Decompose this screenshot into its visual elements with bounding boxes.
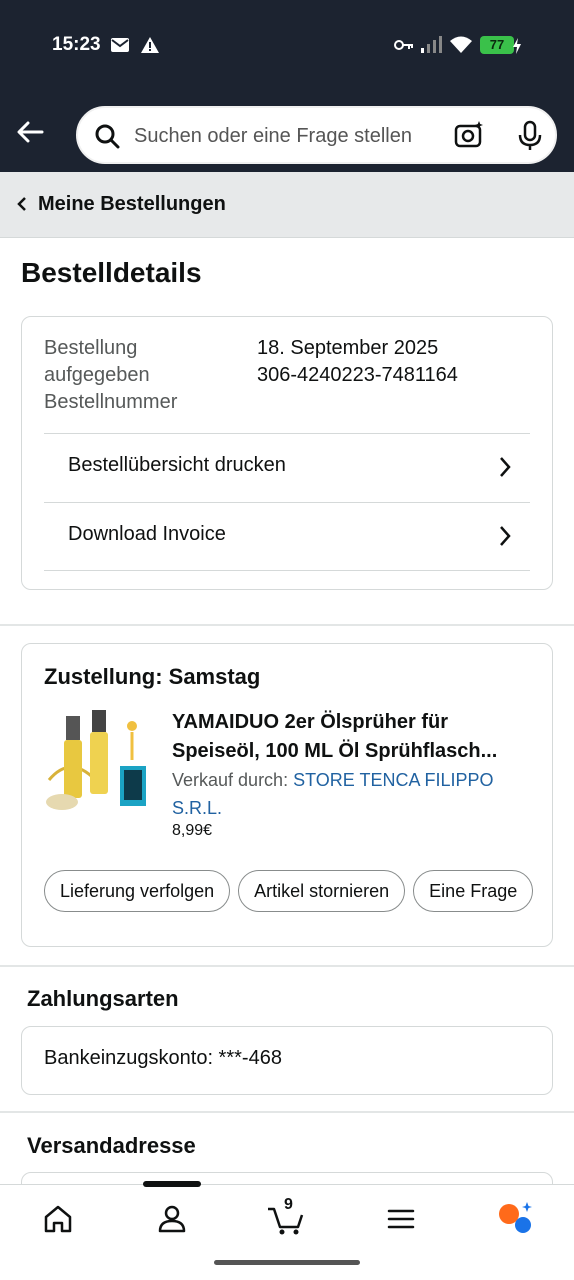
order-placed-label-2: aufgegeben — [44, 364, 150, 386]
header: 15:23 77 Suchen oder eine Frage stellen — [0, 0, 574, 172]
seller-prefix: Verkauf durch: — [172, 770, 289, 790]
back-arrow-icon[interactable] — [14, 116, 46, 148]
menu-icon[interactable] — [381, 1199, 421, 1239]
status-bar: 15:23 77 — [0, 30, 574, 62]
charging-icon — [512, 38, 522, 59]
search-input[interactable]: Suchen oder eine Frage stellen — [134, 125, 412, 148]
product-title[interactable]: YAMAIDUO 2er Ölsprüher für Speiseöl, 100… — [172, 708, 532, 766]
chevron-right-icon — [498, 456, 512, 483]
ask-question-button[interactable]: Eine Frage — [413, 870, 534, 912]
shipping-heading: Versandadresse — [27, 1133, 196, 1158]
warning-icon — [140, 36, 160, 59]
home-icon[interactable] — [38, 1199, 78, 1239]
breadcrumb-label[interactable]: Meine Bestellungen — [38, 193, 226, 216]
delivery-heading: Zustellung: Samstag — [44, 664, 261, 689]
section-divider — [0, 1111, 574, 1113]
page-title: Bestelldetails — [21, 257, 202, 288]
order-info-card: Bestellung aufgegeben Bestellnummer 18. … — [21, 316, 553, 590]
active-tab-indicator — [143, 1181, 201, 1187]
product-price: 8,99€ — [172, 822, 213, 839]
order-number-label: Bestellnummer — [44, 391, 178, 413]
seller-link[interactable]: STORE TENCA FILIPPO — [293, 770, 493, 790]
search-icon — [94, 123, 120, 154]
breadcrumb[interactable]: Meine Bestellungen — [0, 172, 574, 238]
microphone-icon[interactable] — [516, 120, 544, 157]
product-title-line-1[interactable]: YAMAIDUO 2er Ölsprüher für — [172, 708, 532, 737]
payment-card: Bankeinzugskonto: ***-468 — [21, 1026, 553, 1095]
payment-heading: Zahlungsarten — [27, 986, 179, 1011]
cart-count-badge: 9 — [284, 1196, 293, 1213]
download-invoice-label: Download Invoice — [68, 523, 226, 545]
product-image[interactable] — [44, 710, 150, 814]
cancel-item-button[interactable]: Artikel stornieren — [238, 870, 406, 912]
product-title-line-2[interactable]: Speiseöl, 100 ML Öl Sprühflasch... — [172, 737, 532, 766]
download-invoice-link[interactable]: Download Invoice — [44, 502, 530, 571]
order-date-value: 18. September 2025 — [257, 337, 439, 359]
mail-icon — [110, 36, 130, 59]
battery-indicator: 77 — [480, 36, 514, 54]
signal-icon — [420, 36, 442, 59]
payment-method: Bankeinzugskonto: ***-468 — [44, 1047, 282, 1069]
camera-search-icon[interactable] — [454, 120, 484, 155]
print-summary-label: Bestellübersicht drucken — [68, 454, 286, 476]
order-number-value: 306-4240223-7481164 — [257, 364, 458, 386]
key-icon — [394, 38, 414, 57]
track-package-button[interactable]: Lieferung verfolgen — [44, 870, 231, 912]
chevron-right-icon — [498, 525, 512, 552]
order-placed-label: Bestellung — [44, 337, 138, 359]
section-divider — [0, 965, 574, 967]
account-icon[interactable] — [152, 1199, 192, 1239]
rufus-assistant-icon[interactable] — [496, 1199, 536, 1239]
seller-info: Verkauf durch: STORE TENCA FILIPPO S.R.L… — [172, 766, 532, 822]
search-bar[interactable]: Suchen oder eine Frage stellen — [76, 106, 557, 164]
print-summary-link[interactable]: Bestellübersicht drucken — [44, 433, 530, 502]
action-button-row[interactable]: Lieferung verfolgen Artikel stornieren Ein… — [44, 870, 538, 914]
section-divider — [0, 624, 574, 626]
chevron-left-icon — [16, 196, 28, 217]
gesture-home-bar[interactable] — [214, 1260, 360, 1265]
seller-link-2[interactable]: S.R.L. — [172, 798, 222, 818]
wifi-icon — [449, 35, 473, 60]
delivery-card: Zustellung: Samstag YAMAIDUO 2er Ölsprüh… — [21, 643, 553, 947]
status-time: 15:23 — [52, 34, 101, 55]
